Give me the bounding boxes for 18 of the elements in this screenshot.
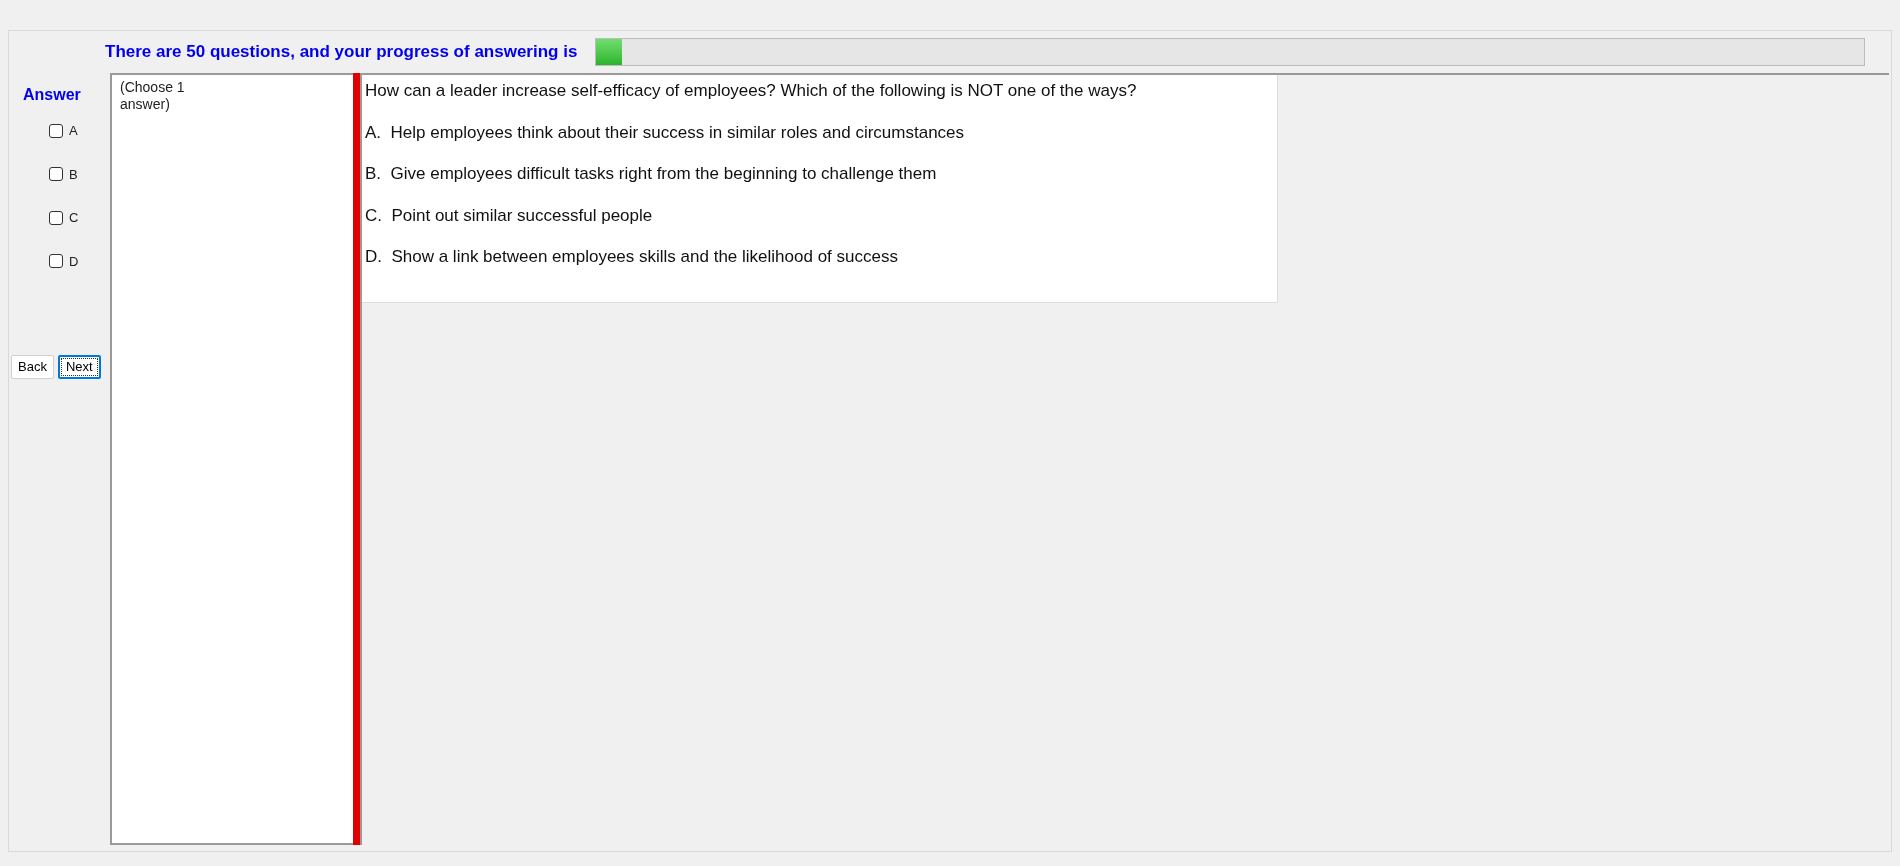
answer-checkbox[interactable]: A xyxy=(49,121,110,141)
choice-text: B. Give employees difficult tasks right from the beginning to challenge them xyxy=(365,163,938,185)
checkbox[interactable] xyxy=(49,167,63,182)
answer-checkbox[interactable]: B xyxy=(49,164,110,184)
answer-checkbox[interactable]: C xyxy=(49,208,110,228)
progress-label: There are 50 questions, and your progress of answering is xyxy=(105,41,578,64)
checkbox[interactable] xyxy=(49,210,63,225)
nav-button[interactable]: Next xyxy=(57,355,101,379)
checkbox[interactable] xyxy=(49,123,63,138)
choice-text: D. Show a link between employees skills and the likelihood of success xyxy=(365,246,899,268)
choice-text: C. Point out similar successful people xyxy=(365,204,654,227)
checkbox[interactable] xyxy=(49,254,63,269)
answer-checkbox[interactable]: D xyxy=(49,251,110,271)
question-text: How can a leader increase self-efficacy of employees? Which of the following is NOT one of the ways? xyxy=(365,80,1138,102)
nav-button[interactable]: Back xyxy=(11,355,54,379)
choice-text: A. Help employees think about their success in similar roles and circumstances xyxy=(365,121,966,144)
answer-heading: Answer xyxy=(23,85,82,105)
instruction-text: (Choose 1 answer) xyxy=(120,79,186,113)
